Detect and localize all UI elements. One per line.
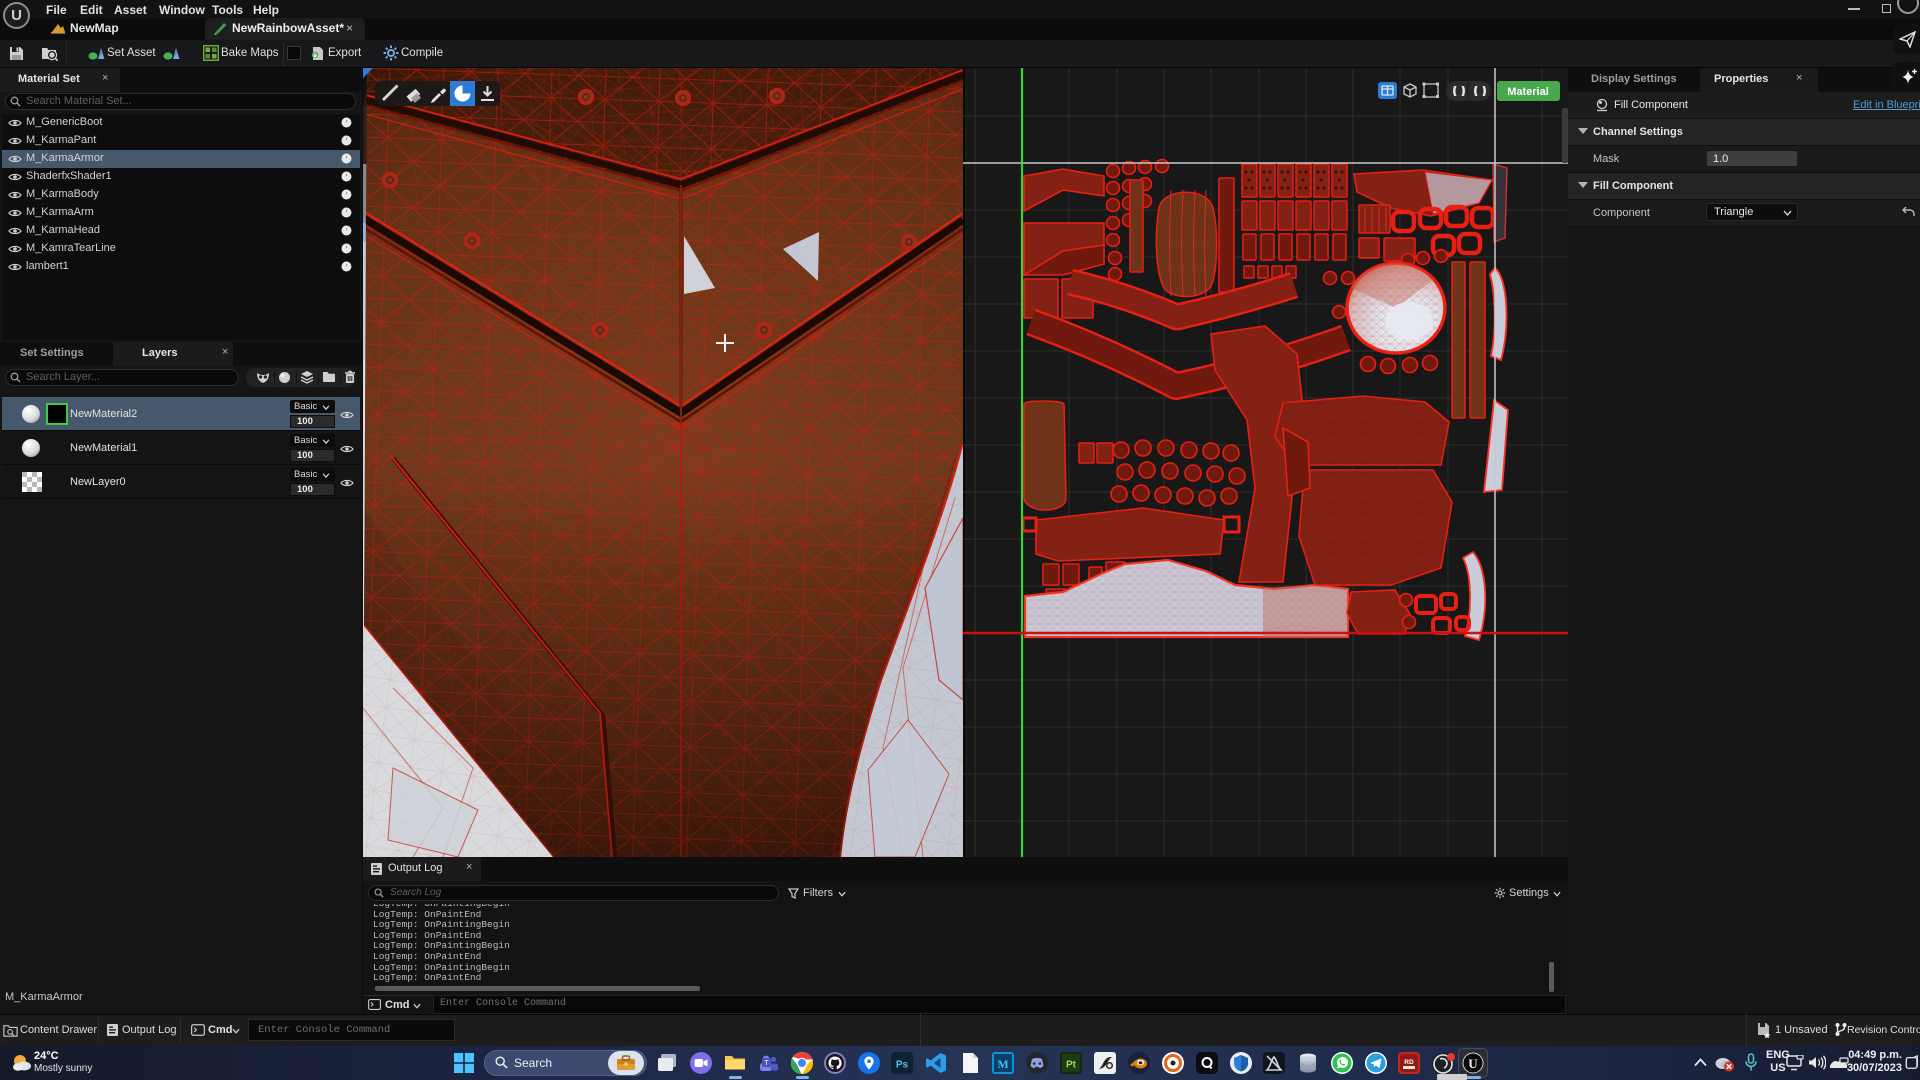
svg-text:M: M [997, 1057, 1008, 1071]
svg-text:Pt: Pt [1066, 1060, 1077, 1071]
svg-text:Material: Material [1507, 86, 1549, 98]
svg-text:U: U [1468, 1056, 1478, 1071]
svg-text:RD: RD [1404, 1059, 1414, 1066]
svg-text:T: T [764, 1060, 769, 1067]
svg-text:Ps: Ps [896, 1060, 909, 1071]
